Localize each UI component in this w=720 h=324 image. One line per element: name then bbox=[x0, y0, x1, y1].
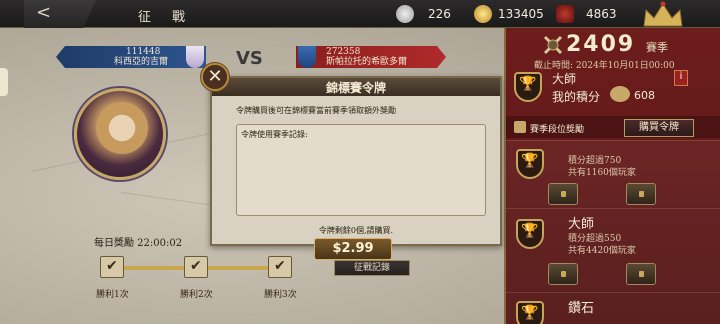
rewards-label: 賽季段位獎勵 bbox=[530, 125, 585, 135]
token-record-label: 令牌使用賽季記錄: bbox=[241, 130, 308, 139]
tournament-token-dialog: 錦標賽令牌 令牌購買後可在錦標賽當前賽季領取額外獎勵 令牌使用賽季記錄: 令牌剩… bbox=[210, 76, 502, 246]
tier-badge-icon bbox=[516, 149, 544, 179]
tier-token-chest-icon[interactable] bbox=[626, 183, 656, 205]
silver-coin-icon bbox=[396, 5, 414, 23]
tier-badge-icon bbox=[516, 219, 544, 249]
win-label-2: 勝利2次 bbox=[180, 290, 213, 300]
right-faction-flag-icon bbox=[298, 46, 316, 68]
tier-token-chest-icon[interactable] bbox=[626, 263, 656, 285]
tier-players: 共有1160個玩家 bbox=[568, 168, 636, 178]
reward-chest-icon bbox=[514, 121, 526, 133]
tier-item: 大師 積分超過550 共有4420個玩家 bbox=[506, 208, 720, 292]
left-faction-flag-icon bbox=[186, 46, 204, 68]
rank-badge-icon bbox=[514, 72, 542, 102]
tier-item: 鑽石 bbox=[506, 292, 720, 324]
rank-name: 大師 bbox=[552, 72, 577, 86]
right-player-banner: 272358 斯帕拉托的希歐多爾 bbox=[296, 46, 446, 68]
check-icon: ✔ bbox=[190, 258, 202, 274]
gold-counter: 133405 bbox=[474, 5, 544, 23]
crown-icon[interactable] bbox=[640, 0, 686, 30]
tier-players: 共有4420個玩家 bbox=[568, 246, 636, 256]
back-button[interactable]: < bbox=[24, 0, 96, 28]
left-player-name: 科西亞的吉爾 bbox=[114, 57, 169, 67]
versus-label: VS bbox=[236, 48, 263, 69]
top-bar: < 征 戰 226 133405 4863 bbox=[0, 0, 720, 28]
win-label-1: 勝利1次 bbox=[96, 290, 129, 300]
win-label-3: 勝利3次 bbox=[264, 290, 297, 300]
daily-reward-title: 每日獎勵 22:00:02 bbox=[94, 238, 183, 249]
daily-reward-box-1[interactable]: ✔ bbox=[100, 256, 124, 278]
season-panel: 2409 賽季 截止時間: 2024年10月01日00:00 大師 我的積分 6… bbox=[504, 28, 720, 324]
left-player-score: 111448 bbox=[126, 47, 161, 57]
close-icon: ✕ bbox=[207, 66, 223, 87]
lion-crest-icon bbox=[556, 5, 574, 23]
tier-item: 積分超過750 共有1160個玩家 bbox=[506, 140, 720, 208]
player-portrait[interactable] bbox=[74, 88, 166, 180]
page-title: 征 戰 bbox=[138, 10, 190, 25]
honor-amount: 4863 bbox=[586, 7, 617, 21]
tier-reward-chest-icon[interactable] bbox=[548, 263, 578, 285]
tier-badge-icon bbox=[516, 301, 544, 324]
gold-amount: 133405 bbox=[498, 7, 544, 21]
my-points-value: 608 bbox=[634, 89, 655, 102]
token-record-box: 令牌使用賽季記錄: bbox=[236, 124, 486, 216]
side-drawer-tab[interactable] bbox=[0, 68, 8, 96]
laurel-icon bbox=[610, 86, 630, 102]
close-button[interactable]: ✕ bbox=[200, 62, 230, 92]
info-button[interactable]: i bbox=[674, 70, 688, 86]
avatar bbox=[95, 101, 149, 161]
silver-amount: 226 bbox=[428, 7, 451, 21]
check-icon: ✔ bbox=[106, 258, 118, 274]
purchase-button[interactable]: $2.99 bbox=[314, 238, 392, 260]
crossed-swords-icon bbox=[543, 35, 563, 55]
tier-name: 鑽石 bbox=[568, 301, 595, 316]
left-player-banner: 111448 科西亞的吉爾 bbox=[56, 46, 206, 68]
tier-name: 大師 bbox=[568, 217, 595, 232]
honor-counter: 4863 bbox=[556, 5, 617, 23]
tokens-remaining-text: 令牌剩餘0個,請購買. bbox=[318, 226, 394, 235]
season-label: 賽季 bbox=[646, 41, 668, 54]
season-score: 2409 bbox=[566, 32, 636, 57]
gold-coin-icon bbox=[474, 5, 492, 23]
dialog-title: 錦標賽令牌 bbox=[325, 81, 386, 95]
my-points-label: 我的積分 bbox=[552, 90, 601, 104]
check-icon: ✔ bbox=[274, 258, 286, 274]
right-player-name: 斯帕拉托的希歐多爾 bbox=[326, 57, 408, 67]
daily-reward-box-2[interactable]: ✔ bbox=[184, 256, 208, 278]
dialog-header: 錦標賽令牌 bbox=[212, 78, 500, 96]
battle-record-button[interactable]: 征戰記錄 bbox=[334, 260, 410, 276]
dialog-description: 令牌購買後可在錦標賽當前賽季領取額外獎勵 bbox=[236, 106, 396, 115]
right-player-score: 272358 bbox=[326, 47, 361, 57]
buy-token-button[interactable]: 購買令牌 bbox=[624, 119, 694, 137]
silver-counter: 226 bbox=[396, 5, 451, 23]
daily-reward-box-3[interactable]: ✔ bbox=[268, 256, 292, 278]
back-arrow-icon: < bbox=[36, 2, 52, 23]
tier-reward-chest-icon[interactable] bbox=[548, 183, 578, 205]
